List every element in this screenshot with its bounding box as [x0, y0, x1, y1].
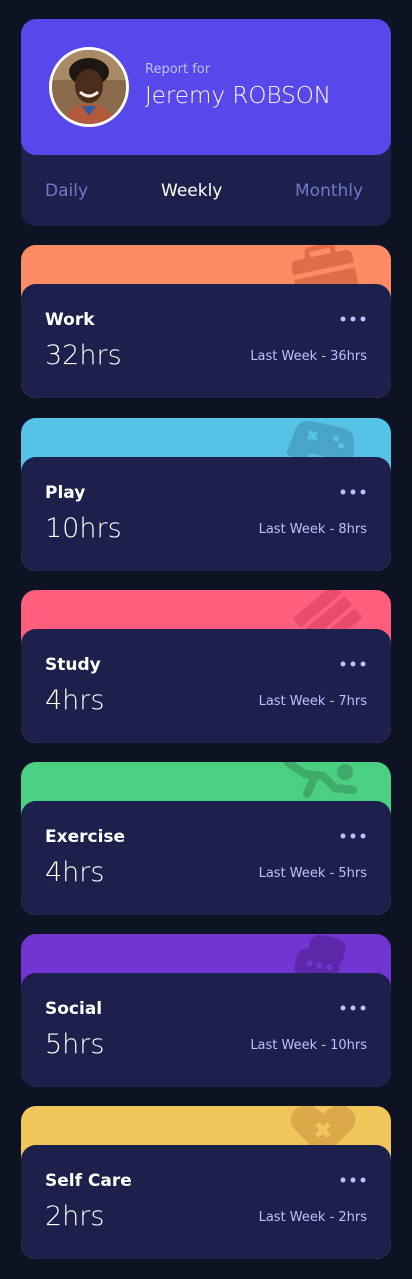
- activity-hours: 10hrs: [45, 513, 122, 544]
- activity-previous: Last Week - 7hrs: [258, 694, 367, 709]
- activity-card-play: Play 10hrs Last Week - 8hrs: [21, 418, 391, 571]
- activity-title: Play: [45, 483, 86, 503]
- user-name: Jeremy ROBSON: [145, 83, 332, 109]
- ellipsis-icon[interactable]: [339, 831, 367, 841]
- profile-header: Report for Jeremy ROBSON: [21, 19, 391, 155]
- ellipsis-icon[interactable]: [339, 1003, 367, 1013]
- ellipsis-icon[interactable]: [339, 659, 367, 669]
- tracker-dashboard: Report for Jeremy ROBSON Daily Weekly Mo…: [21, 19, 391, 1259]
- activity-card-exercise: Exercise 4hrs Last Week - 5hrs: [21, 762, 391, 915]
- ellipsis-icon[interactable]: [339, 1175, 367, 1185]
- activity-title: Study: [45, 655, 101, 675]
- activity-hours: 2hrs: [45, 1201, 105, 1232]
- activity-previous: Last Week - 10hrs: [250, 1038, 367, 1053]
- tab-daily[interactable]: Daily: [45, 181, 88, 201]
- activity-body[interactable]: Exercise 4hrs Last Week - 5hrs: [21, 801, 391, 915]
- activity-card-self-care: Self Care 2hrs Last Week - 2hrs: [21, 1106, 391, 1259]
- activity-card-study: Study 4hrs Last Week - 7hrs: [21, 590, 391, 743]
- activity-previous: Last Week - 2hrs: [258, 1210, 367, 1225]
- activity-card-social: Social 5hrs Last Week - 10hrs: [21, 934, 391, 1087]
- activity-body[interactable]: Social 5hrs Last Week - 10hrs: [21, 973, 391, 1087]
- activity-hours: 4hrs: [45, 857, 105, 888]
- activity-title: Social: [45, 999, 103, 1019]
- ellipsis-icon[interactable]: [339, 487, 367, 497]
- activity-card-work: Work 32hrs Last Week - 36hrs: [21, 245, 391, 398]
- activity-hours: 4hrs: [45, 685, 105, 716]
- activity-hours: 32hrs: [45, 340, 122, 371]
- report-for-label: Report for: [145, 62, 211, 77]
- activity-body[interactable]: Play 10hrs Last Week - 8hrs: [21, 457, 391, 571]
- activity-previous: Last Week - 8hrs: [258, 522, 367, 537]
- activity-body[interactable]: Study 4hrs Last Week - 7hrs: [21, 629, 391, 743]
- period-tabs: Daily Weekly Monthly: [21, 181, 391, 211]
- activity-body[interactable]: Self Care 2hrs Last Week - 2hrs: [21, 1145, 391, 1259]
- activity-hours: 5hrs: [45, 1029, 105, 1060]
- profile-card: Report for Jeremy ROBSON Daily Weekly Mo…: [21, 19, 391, 226]
- activity-title: Exercise: [45, 827, 126, 847]
- activity-body[interactable]: Work 32hrs Last Week - 36hrs: [21, 284, 391, 398]
- tab-monthly[interactable]: Monthly: [295, 181, 363, 201]
- activity-title: Self Care: [45, 1171, 132, 1191]
- tab-weekly[interactable]: Weekly: [161, 181, 222, 201]
- activity-previous: Last Week - 36hrs: [250, 349, 367, 364]
- ellipsis-icon[interactable]: [339, 314, 367, 324]
- activity-previous: Last Week - 5hrs: [258, 866, 367, 881]
- avatar: [49, 47, 129, 127]
- activity-title: Work: [45, 310, 95, 330]
